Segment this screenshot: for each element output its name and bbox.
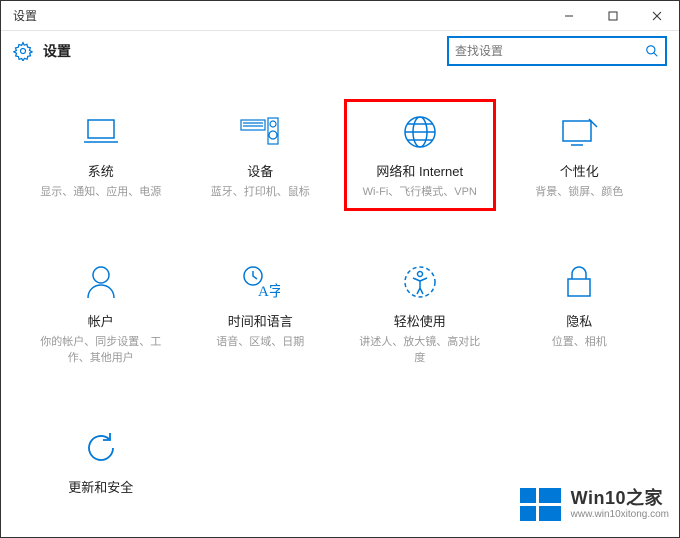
tile-desc: 蓝牙、打印机、鼠标 [211, 184, 310, 201]
tile-desc: 背景、锁屏、颜色 [535, 184, 623, 201]
search-box[interactable] [447, 36, 667, 66]
windows-logo-icon [520, 488, 561, 521]
titlebar: 设置 [1, 1, 679, 31]
tile-title: 个性化 [560, 161, 599, 180]
svg-text:A字: A字 [258, 283, 280, 300]
highlight-box [344, 99, 496, 211]
tile-title: 帐户 [88, 311, 114, 330]
watermark-brand: Win10之家 [571, 489, 669, 509]
paint-icon [558, 111, 600, 153]
header: 设置 [1, 31, 679, 71]
tile-desc: 语音、区域、日期 [216, 334, 304, 351]
tile-update-security[interactable]: 更新和安全 [21, 427, 181, 500]
window-title: 设置 [13, 7, 37, 24]
tile-network[interactable]: 网络和 Internet Wi-Fi、飞行模式、VPN [340, 111, 500, 201]
gear-icon [13, 41, 33, 61]
tile-privacy[interactable]: 隐私 位置、相机 [500, 261, 660, 367]
tile-ease-of-access[interactable]: 轻松使用 讲述人、放大镜、高对比度 [340, 261, 500, 367]
time-lang-icon: A字 [239, 261, 281, 303]
tile-personalization[interactable]: 个性化 背景、锁屏、颜色 [500, 111, 660, 201]
devices-icon [239, 111, 281, 153]
ease-icon [399, 261, 441, 303]
tile-time-language[interactable]: A字 时间和语言 语音、区域、日期 [181, 261, 341, 367]
page-title: 设置 [43, 41, 71, 61]
minimize-button[interactable] [547, 1, 591, 31]
watermark: Win10之家 www.win10xitong.com [516, 484, 679, 525]
tile-desc: 你的帐户、同步设置、工作、其他用户 [36, 334, 166, 367]
tile-title: 隐私 [566, 311, 592, 330]
tile-devices[interactable]: 设备 蓝牙、打印机、鼠标 [181, 111, 341, 201]
laptop-icon [80, 111, 122, 153]
search-icon [645, 44, 659, 58]
maximize-button[interactable] [591, 1, 635, 31]
search-input[interactable] [455, 44, 641, 58]
update-icon [80, 427, 122, 469]
person-icon [80, 261, 122, 303]
tile-desc: 显示、通知、应用、电源 [40, 184, 161, 201]
tile-title: 更新和安全 [68, 477, 133, 496]
tile-title: 轻松使用 [394, 311, 446, 330]
tile-desc: 讲述人、放大镜、高对比度 [355, 334, 485, 367]
tile-desc: 位置、相机 [552, 334, 607, 351]
tile-title: 设备 [247, 161, 273, 180]
close-button[interactable] [635, 1, 679, 31]
tile-title: 系统 [88, 161, 114, 180]
lock-icon [558, 261, 600, 303]
tile-title: 时间和语言 [228, 311, 293, 330]
tile-accounts[interactable]: 帐户 你的帐户、同步设置、工作、其他用户 [21, 261, 181, 367]
tile-system[interactable]: 系统 显示、通知、应用、电源 [21, 111, 181, 201]
watermark-url: www.win10xitong.com [571, 509, 669, 520]
